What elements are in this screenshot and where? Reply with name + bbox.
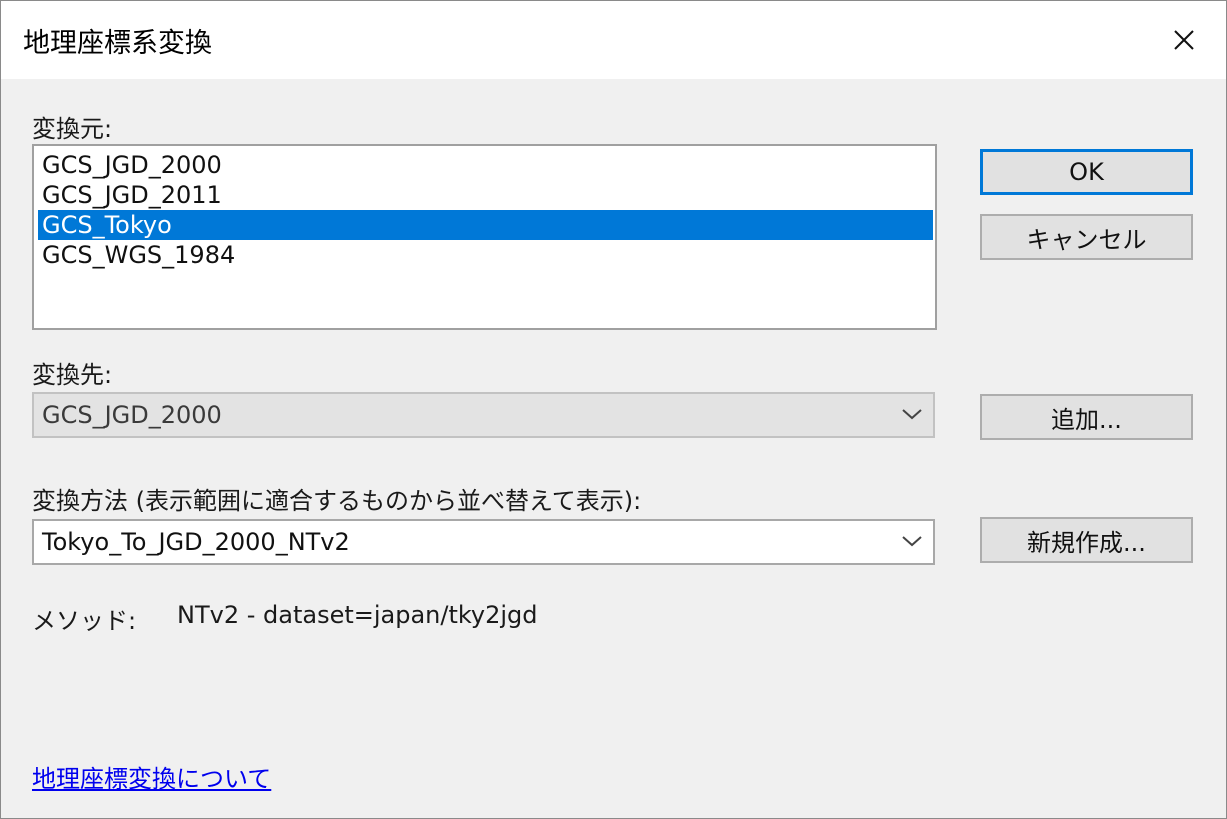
close-x-glyph	[1174, 30, 1194, 50]
close-icon[interactable]	[1151, 15, 1217, 65]
dialog-title: 地理座標系変換	[23, 28, 212, 59]
method-combobox[interactable]: Tokyo_To_JGD_2000_NTv2	[32, 519, 935, 565]
method-label: 変換方法 (表示範囲に適合するものから並べ替えて表示):	[32, 487, 642, 515]
method-info-label: メソッド:	[32, 607, 137, 635]
target-combobox[interactable]: GCS_JGD_2000	[32, 392, 935, 438]
source-item-gcs-jgd-2011[interactable]: GCS_JGD_2011	[38, 180, 933, 210]
new-button[interactable]: 新規作成...	[980, 517, 1193, 563]
source-item-gcs-wgs-1984[interactable]: GCS_WGS_1984	[38, 240, 933, 270]
target-label: 変換先:	[32, 361, 113, 389]
ok-button[interactable]: OK	[980, 149, 1193, 195]
cancel-button[interactable]: キャンセル	[980, 214, 1193, 260]
method-combobox-value: Tokyo_To_JGD_2000_NTv2	[42, 528, 350, 556]
chevron-down-icon	[902, 536, 922, 547]
source-item-gcs-tokyo[interactable]: GCS_Tokyo	[38, 210, 933, 240]
source-label: 変換元:	[32, 115, 113, 143]
target-combobox-value: GCS_JGD_2000	[42, 401, 222, 429]
source-item-gcs-jgd-2000[interactable]: GCS_JGD_2000	[38, 150, 933, 180]
add-button[interactable]: 追加...	[980, 394, 1193, 440]
source-listbox[interactable]: GCS_JGD_2000 GCS_JGD_2011 GCS_Tokyo GCS_…	[32, 144, 937, 330]
dialog-window: 地理座標系変換 変換元: GCS_JGD_2000 GCS_JGD_2011 G…	[0, 0, 1227, 819]
help-link[interactable]: 地理座標変換について	[32, 759, 271, 794]
title-bar: 地理座標系変換	[1, 1, 1226, 79]
chevron-down-icon	[902, 409, 922, 420]
method-info-value: NTv2 - dataset=japan/tky2jgd	[177, 601, 538, 629]
